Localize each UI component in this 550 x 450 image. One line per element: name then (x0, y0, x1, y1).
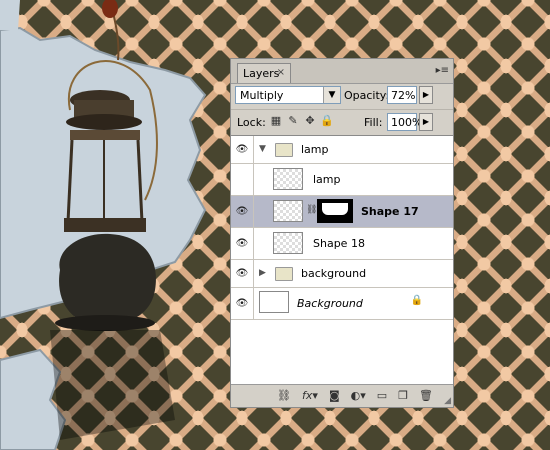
panel-menu-icon[interactable]: ▸≡ (436, 65, 449, 76)
vector-mask-thumbnail[interactable] (317, 199, 353, 223)
fx-icon[interactable]: fx▾ (302, 388, 318, 404)
trash-icon[interactable]: 🗑 (419, 388, 433, 404)
new-group-icon[interactable]: ▭ (377, 388, 387, 404)
layer-name: Background (297, 297, 363, 310)
layer-row-shape-17[interactable]: 👁 ⛓ Shape 17 (231, 196, 453, 228)
opacity-label: Opacity: (344, 89, 390, 102)
layer-thumbnail (273, 232, 303, 254)
lock-all-icon[interactable]: 🔒 (320, 114, 334, 128)
layers-list: 👁 ▼ lamp lamp 👁 ⛓ Shape 17 👁 Shape 18 👁 … (231, 135, 453, 386)
lock-icon: 🔒 (410, 295, 423, 306)
eye-icon[interactable]: 👁 (231, 260, 254, 287)
blend-row: Multiply ▼ Opacity: 72% ▶ (231, 83, 453, 109)
chevron-down-icon[interactable]: ▼ (323, 87, 340, 103)
layers-panel: Layers × ▸≡ Multiply ▼ Opacity: 72% ▶ Lo… (230, 58, 454, 408)
lantern-image (50, 0, 175, 440)
opacity-slider-button[interactable]: ▶ (419, 86, 433, 104)
tab-label: Layers (243, 67, 280, 80)
layer-row-background[interactable]: 👁 Background 🔒 (231, 288, 453, 320)
layer-name: Shape 17 (361, 205, 419, 218)
layer-name: Shape 18 (313, 237, 365, 250)
fill-slider-button[interactable]: ▶ (419, 113, 433, 131)
new-layer-icon[interactable]: ❐ (398, 388, 408, 404)
fill-label: Fill: (364, 116, 383, 129)
layer-thumbnail (273, 200, 303, 222)
panel-tab-bar: Layers × ▸≡ (231, 59, 453, 84)
visibility-cell[interactable] (231, 164, 254, 195)
layer-thumbnail (259, 291, 289, 313)
add-mask-icon[interactable]: ◙ (329, 388, 340, 404)
layer-name: lamp (301, 143, 329, 156)
eye-icon[interactable]: 👁 (231, 136, 254, 163)
lock-label: Lock: (237, 116, 266, 129)
tab-layers[interactable]: Layers × (237, 63, 291, 83)
link-layers-icon[interactable]: ⛓ (277, 388, 291, 404)
layer-thumbnail (273, 168, 303, 190)
opacity-input[interactable]: 72% (387, 86, 417, 104)
expand-triangle-icon[interactable]: ▼ (259, 144, 266, 154)
blend-mode-select[interactable]: Multiply ▼ (235, 86, 341, 104)
fill-input[interactable]: 100% (387, 113, 422, 131)
lock-icons: ▦ ✎ ✥ 🔒 (269, 114, 334, 128)
layer-name: lamp (313, 173, 341, 186)
blend-mode-value: Multiply (240, 89, 284, 102)
layer-row-shape-18[interactable]: 👁 Shape 18 (231, 228, 453, 260)
eye-icon[interactable]: 👁 (231, 196, 254, 227)
close-icon[interactable]: × (277, 67, 285, 78)
chain-link-icon[interactable]: ⛓ (306, 205, 317, 215)
eye-icon[interactable]: 👁 (231, 288, 254, 319)
layer-name: background (301, 267, 367, 280)
folder-icon (275, 143, 293, 157)
layer-row-group-background[interactable]: 👁 ▶ background (231, 260, 453, 288)
lock-row: Lock: ▦ ✎ ✥ 🔒 Fill: 100% ▶ (231, 109, 453, 136)
eye-icon[interactable]: 👁 (231, 228, 254, 259)
lock-transparent-icon[interactable]: ▦ (269, 114, 283, 128)
panel-bottom-bar: ⛓ fx▾ ◙ ◐▾ ▭ ❐ 🗑 ◢ (231, 384, 453, 407)
lock-image-icon[interactable]: ✎ (286, 114, 300, 128)
layer-row-group-lamp[interactable]: 👁 ▼ lamp (231, 136, 453, 164)
resize-grip-icon[interactable]: ◢ (444, 396, 451, 406)
folder-icon (275, 267, 293, 281)
lock-position-icon[interactable]: ✥ (303, 114, 317, 128)
adjustment-layer-icon[interactable]: ◐▾ (351, 388, 366, 404)
layer-row-lamp[interactable]: lamp (231, 164, 453, 196)
expand-triangle-icon[interactable]: ▶ (259, 268, 266, 278)
